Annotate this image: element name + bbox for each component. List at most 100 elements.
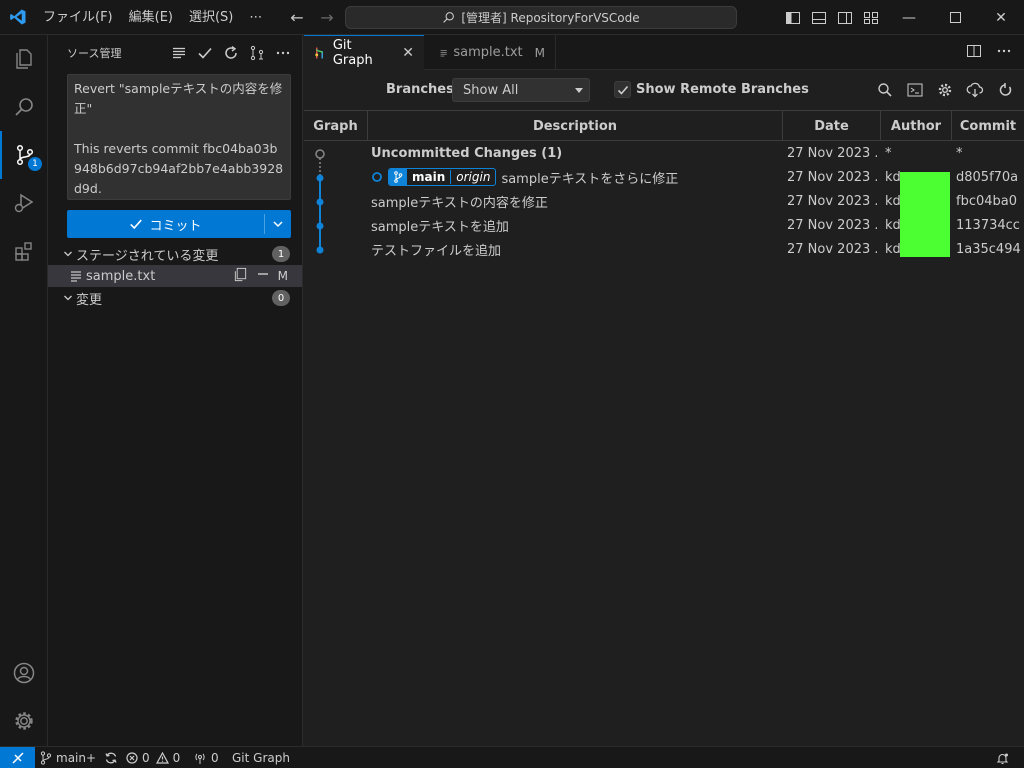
- search-icon[interactable]: [0, 83, 48, 131]
- settings-icon[interactable]: [936, 81, 954, 99]
- account-icon[interactable]: [0, 649, 48, 697]
- command-center-search[interactable]: [管理者] RepositoryForVSCode: [345, 6, 737, 29]
- bell-icon: [996, 753, 1009, 764]
- remote-indicator[interactable]: [0, 747, 35, 768]
- ports-status[interactable]: 0: [193, 747, 219, 768]
- row-commit: fbc04ba0: [956, 193, 1018, 209]
- fetch-icon[interactable]: [966, 81, 984, 99]
- refresh-icon[interactable]: [996, 81, 1014, 99]
- row-date: 27 Nov 2023 ...: [787, 193, 877, 209]
- row-date: 27 Nov 2023 ...: [787, 169, 877, 185]
- chevron-down-icon: [60, 249, 76, 259]
- changes-section[interactable]: 変更 0: [48, 287, 302, 309]
- ref-remote-name: origin: [450, 170, 495, 184]
- git-graph-controls: Branches: Show All Show Remote Branches: [304, 70, 1024, 110]
- warning-count: 0: [172, 751, 181, 765]
- row-author: *: [885, 145, 892, 161]
- extensions-icon[interactable]: [0, 227, 48, 275]
- tab-git-graph[interactable]: Git Graph ✕: [304, 35, 424, 70]
- editor-tabs: Git Graph ✕ sample.txt M: [304, 35, 1024, 70]
- problems-status[interactable]: 0 0: [126, 747, 180, 768]
- explorer-icon[interactable]: [0, 35, 48, 83]
- run-debug-icon[interactable]: [0, 179, 48, 227]
- column-commit[interactable]: Commit: [952, 111, 1024, 141]
- commit-main-button[interactable]: コミット: [67, 210, 264, 238]
- ports-count: 0: [211, 751, 219, 765]
- chevron-down-icon: [60, 293, 76, 303]
- branch-icon: [389, 169, 407, 185]
- check-icon: [617, 85, 628, 95]
- back-arrow-icon[interactable]: ←: [288, 8, 306, 27]
- column-date[interactable]: Date: [783, 111, 881, 141]
- git-graph-status-label: Git Graph: [232, 751, 290, 765]
- commit-button: コミット: [67, 210, 291, 238]
- column-author[interactable]: Author: [881, 111, 952, 141]
- forward-arrow-icon[interactable]: →: [318, 8, 336, 27]
- refresh-icon[interactable]: [222, 44, 240, 62]
- warning-icon: [155, 752, 169, 764]
- table-row[interactable]: Uncommitted Changes (1) 27 Nov 2023 ... …: [304, 141, 1024, 165]
- commit-button-label: コミット: [149, 218, 202, 234]
- close-icon[interactable]: ✕: [402, 45, 414, 61]
- check-icon[interactable]: [196, 44, 214, 62]
- show-remote-branches-label[interactable]: Show Remote Branches: [636, 82, 809, 97]
- more-icon[interactable]: [996, 43, 1012, 63]
- sync-icon[interactable]: [104, 751, 118, 765]
- commit-message-input[interactable]: Revert "sampleテキストの内容を修正" This reverts c…: [67, 74, 291, 200]
- nav-buttons: ← →: [288, 0, 336, 35]
- menu-selection[interactable]: 選択(S): [181, 0, 241, 35]
- sidebar-title: ソース管理: [67, 46, 122, 60]
- staged-changes-section[interactable]: ステージされている変更 1: [48, 243, 302, 265]
- more-icon[interactable]: [274, 44, 292, 62]
- git-graph-icon: [315, 47, 323, 59]
- find-icon[interactable]: [876, 81, 894, 99]
- toggle-panel-icon[interactable]: [810, 9, 828, 27]
- branch-ref-tag[interactable]: main origin: [388, 168, 497, 186]
- source-control-icon[interactable]: 1: [0, 131, 48, 179]
- layout-controls: [784, 0, 880, 35]
- row-commit: 113734cc: [956, 217, 1020, 233]
- open-file-icon[interactable]: [233, 267, 248, 286]
- split-editor-icon[interactable]: [966, 43, 982, 63]
- file-actions: M: [233, 265, 288, 287]
- menu-edit[interactable]: 編集(E): [121, 0, 181, 35]
- tab-sample-txt[interactable]: sample.txt M: [430, 35, 556, 70]
- staged-count-badge: 1: [272, 246, 290, 262]
- customize-layout-icon[interactable]: [862, 9, 880, 27]
- view-as-list-icon[interactable]: [170, 44, 188, 62]
- file-status: M: [277, 269, 288, 283]
- unstage-icon[interactable]: [256, 267, 270, 285]
- branch-status[interactable]: main+: [40, 747, 118, 768]
- branch-icon: [40, 751, 52, 765]
- maximize-icon[interactable]: [932, 0, 978, 35]
- minimize-icon[interactable]: —: [886, 0, 932, 35]
- close-window-icon[interactable]: ✕: [978, 0, 1024, 35]
- toggle-primary-sidebar-icon[interactable]: [784, 9, 802, 27]
- column-graph[interactable]: Graph: [304, 111, 368, 141]
- table-header: Graph Description Date Author Commit: [304, 110, 1024, 141]
- toggle-secondary-sidebar-icon[interactable]: [836, 9, 854, 27]
- error-count: 0: [142, 751, 150, 765]
- show-remote-branches-checkbox[interactable]: [614, 81, 631, 98]
- head-marker-icon: [372, 172, 382, 182]
- window-controls: — ✕: [886, 0, 1024, 35]
- git-graph-status[interactable]: Git Graph: [232, 747, 290, 768]
- branches-select[interactable]: Show All: [452, 78, 590, 102]
- menu-file[interactable]: ファイル(F): [35, 0, 121, 35]
- manage-gear-icon[interactable]: [0, 697, 48, 745]
- menu-more[interactable]: ⋯: [241, 0, 270, 35]
- commit-dropdown-button[interactable]: [265, 210, 291, 238]
- row-description: sampleテキストの内容を修正: [371, 195, 548, 211]
- graph-view-icon[interactable]: [248, 44, 266, 62]
- row-description: テストファイルを追加: [371, 243, 502, 259]
- terminal-icon[interactable]: [906, 81, 924, 99]
- column-description[interactable]: Description: [368, 111, 783, 141]
- changes-label: 変更: [76, 292, 103, 308]
- ports-icon: [195, 753, 205, 764]
- author-redaction: [900, 172, 950, 257]
- staged-file-name: sample.txt: [86, 268, 156, 284]
- file-icon: [440, 49, 447, 56]
- notifications-status[interactable]: [996, 747, 1009, 768]
- staged-file-row[interactable]: sample.txt M: [48, 265, 302, 287]
- row-description: sampleテキストをさらに修正: [501, 171, 679, 187]
